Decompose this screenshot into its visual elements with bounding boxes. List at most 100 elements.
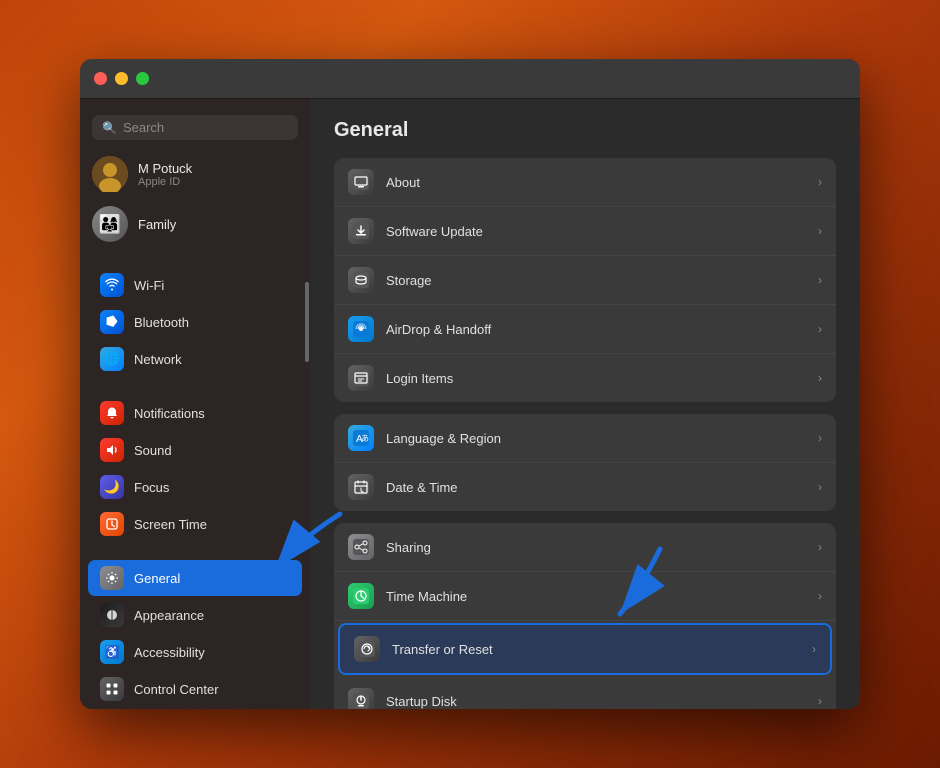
settings-item-storage[interactable]: Storage › (334, 256, 836, 305)
user-subtitle: Apple ID (138, 176, 192, 188)
login-icon (348, 365, 374, 391)
sidebar-item-label-sound: Sound (134, 443, 172, 458)
sidebar-item-label-appearance: Appearance (134, 608, 204, 623)
sharing-icon (348, 534, 374, 560)
search-bar[interactable]: 🔍 Search (92, 115, 298, 140)
sidebar-section-2: Notifications Sound 🌙 (80, 390, 310, 547)
storage-chevron: › (818, 273, 822, 287)
sidebar-item-notifications[interactable]: Notifications (88, 395, 302, 431)
controlcenter-icon (100, 677, 124, 701)
sharing-chevron: › (818, 540, 822, 554)
settings-item-language[interactable]: A あ Language & Region › (334, 414, 836, 463)
timemachine-label: Time Machine (386, 589, 806, 604)
transfer-chevron: › (812, 642, 816, 656)
settings-group-3: Sharing › Time Machine › (334, 523, 836, 709)
sidebar-item-accessibility[interactable]: ♿ Accessibility (88, 634, 302, 670)
software-update-label: Software Update (386, 224, 806, 239)
software-update-chevron: › (818, 224, 822, 238)
close-button[interactable] (94, 72, 107, 85)
search-container: 🔍 Search (80, 109, 310, 150)
sidebar-item-label-controlcenter: Control Center (134, 682, 219, 697)
sidebar-item-bluetooth[interactable]: ⭓ Bluetooth (88, 304, 302, 340)
user-section[interactable]: M Potuck Apple ID (80, 150, 310, 202)
about-icon (348, 169, 374, 195)
focus-icon: 🌙 (100, 475, 124, 499)
notifications-icon (100, 401, 124, 425)
user-name: M Potuck (138, 161, 192, 176)
page-title: General (334, 119, 836, 142)
datetime-icon (348, 474, 374, 500)
settings-item-software-update[interactable]: Software Update › (334, 207, 836, 256)
airdrop-icon (348, 316, 374, 342)
family-icon: 👨‍👩‍👧 (92, 206, 128, 242)
minimize-button[interactable] (115, 72, 128, 85)
network-icon: 🌐 (100, 347, 124, 371)
startup-chevron: › (818, 694, 822, 708)
settings-group-2: A あ Language & Region › (334, 414, 836, 511)
sharing-label: Sharing (386, 540, 806, 555)
screentime-icon (100, 512, 124, 536)
about-label: About (386, 175, 806, 190)
sidebar-item-label-screentime: Screen Time (134, 517, 207, 532)
settings-item-startup[interactable]: Startup Disk › (334, 677, 836, 709)
settings-item-sharing[interactable]: Sharing › (334, 523, 836, 572)
sidebar-item-label-wifi: Wi-Fi (134, 278, 164, 293)
language-icon: A あ (348, 425, 374, 451)
settings-item-timemachine[interactable]: Time Machine › (334, 572, 836, 621)
svg-text:あ: あ (361, 434, 369, 443)
sidebar-item-label-general: General (134, 571, 180, 586)
settings-item-transfer[interactable]: Transfer or Reset › (338, 623, 832, 675)
settings-item-airdrop[interactable]: AirDrop & Handoff › (334, 305, 836, 354)
airdrop-label: AirDrop & Handoff (386, 322, 806, 337)
language-label: Language & Region (386, 431, 806, 446)
timemachine-chevron: › (818, 589, 822, 603)
bluetooth-icon: ⭓ (100, 310, 124, 334)
sidebar-item-siri[interactable]: Siri & Spotlight (88, 708, 302, 709)
title-bar (80, 59, 860, 99)
maximize-button[interactable] (136, 72, 149, 85)
appearance-icon (100, 603, 124, 627)
sidebar-item-label-notifications: Notifications (134, 406, 205, 421)
startup-label: Startup Disk (386, 694, 806, 709)
sidebar-item-network[interactable]: 🌐 Network (88, 341, 302, 377)
about-chevron: › (818, 175, 822, 189)
settings-item-login[interactable]: Login Items › (334, 354, 836, 402)
sidebar-item-screentime[interactable]: Screen Time (88, 506, 302, 542)
sound-icon (100, 438, 124, 462)
sidebar-item-general[interactable]: General (88, 560, 302, 596)
transfer-label: Transfer or Reset (392, 642, 800, 657)
sidebar-item-label-accessibility: Accessibility (134, 645, 205, 660)
wifi-icon (100, 273, 124, 297)
system-preferences-window: 🔍 Search M Potuck Ap (80, 59, 860, 709)
sidebar: 🔍 Search M Potuck Ap (80, 99, 310, 709)
sidebar-scrollbar[interactable] (305, 282, 309, 362)
main-content: General About › (310, 99, 860, 709)
content-area: 🔍 Search M Potuck Ap (80, 99, 860, 709)
sidebar-item-sound[interactable]: Sound (88, 432, 302, 468)
software-update-icon (348, 218, 374, 244)
timemachine-icon (348, 583, 374, 609)
language-chevron: › (818, 431, 822, 445)
startup-icon (348, 688, 374, 709)
sidebar-item-focus[interactable]: 🌙 Focus (88, 469, 302, 505)
general-icon (100, 566, 124, 590)
sidebar-item-wifi[interactable]: Wi-Fi (88, 267, 302, 303)
family-section[interactable]: 👨‍👩‍👧 Family (80, 202, 310, 254)
search-placeholder: Search (123, 120, 164, 135)
family-label: Family (138, 217, 176, 232)
login-chevron: › (818, 371, 822, 385)
login-label: Login Items (386, 371, 806, 386)
settings-item-datetime[interactable]: Date & Time › (334, 463, 836, 511)
sidebar-item-controlcenter[interactable]: Control Center (88, 671, 302, 707)
sidebar-section-1: Wi-Fi ⭓ Bluetooth 🌐 Network (80, 262, 310, 382)
sidebar-item-label-focus: Focus (134, 480, 169, 495)
sidebar-item-appearance[interactable]: Appearance (88, 597, 302, 633)
sidebar-section-3: General Appearance ♿ (80, 555, 310, 709)
settings-item-about[interactable]: About › (334, 158, 836, 207)
storage-icon (348, 267, 374, 293)
sidebar-item-label-network: Network (134, 352, 182, 367)
search-icon: 🔍 (102, 121, 117, 135)
storage-label: Storage (386, 273, 806, 288)
user-info: M Potuck Apple ID (138, 161, 192, 188)
avatar (92, 156, 128, 192)
